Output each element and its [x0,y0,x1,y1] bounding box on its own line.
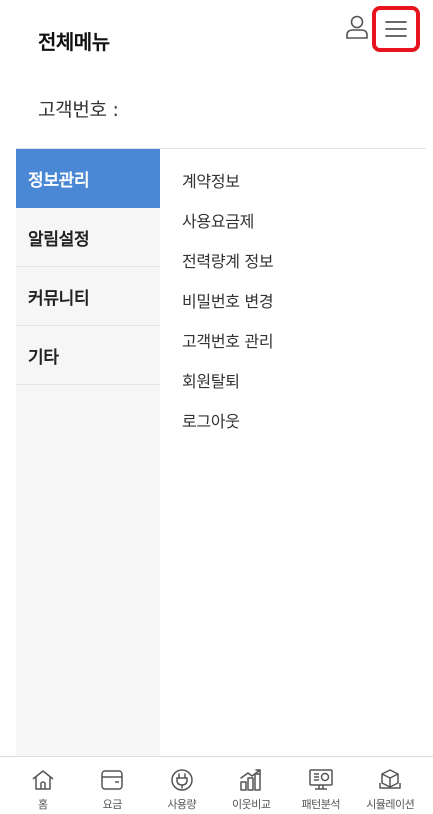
tab-bill[interactable]: 요금 [79,757,145,814]
nav-item-community[interactable]: 커뮤니티 [16,267,160,326]
tab-usage[interactable]: 사용량 [149,757,215,814]
nav-item-etc[interactable]: 기타 [16,326,160,385]
tab-label: 요금 [102,798,123,811]
nav-item-info-management[interactable]: 정보관리 [16,149,160,208]
tab-label: 시뮬레이션 [366,798,415,811]
cube-icon [379,769,401,789]
tab-label: 패턴분석 [301,798,341,811]
hamburger-icon [385,21,407,37]
tab-home[interactable]: 홈 [10,757,76,814]
user-icon[interactable] [345,14,369,40]
tab-label: 홈 [37,798,48,811]
submenu-change-password[interactable]: 비밀번호 변경 [182,280,274,320]
tab-label: 사용량 [167,798,197,811]
tab-simulation[interactable]: 시뮬레이션 [357,757,423,814]
nav-item-notification-settings[interactable]: 알림설정 [16,208,160,267]
left-nav: 정보관리 알림설정 커뮤니티 기타 [16,149,160,756]
header: 전체메뉴 [0,0,433,80]
submenu-rate-plan[interactable]: 사용요금제 [182,200,273,240]
home-icon [32,770,54,790]
tab-neighbor-compare[interactable]: 이웃비교 [218,757,284,814]
tab-label: 이웃비교 [232,798,271,811]
submenu-withdraw[interactable]: 회원탈퇴 [182,360,273,400]
submenu-logout[interactable]: 로그아웃 [182,400,273,440]
menu-button[interactable] [372,6,420,52]
monitor-chart-icon [309,769,333,790]
tab-pattern-analysis[interactable]: 패턴분석 [288,757,354,814]
submenu: 계약정보 사용요금제 전력량계 정보 비밀번호 변경 고객번호 관리 회원탈퇴 … [182,160,274,440]
customer-number-label: 고객번호 : [38,99,119,121]
bar-chart-icon [240,769,261,791]
page-title: 전체메뉴 [38,30,110,54]
submenu-customer-number-management[interactable]: 고객번호 관리 [182,320,274,360]
wallet-icon [101,770,123,790]
submenu-meter-info[interactable]: 전력량계 정보 [182,240,274,280]
bottom-nav: 홈 요금 사용량 이웃비교 패턴분석 시뮬레이션 [0,756,433,814]
plug-icon [171,769,193,791]
submenu-contract-info[interactable]: 계약정보 [182,160,273,200]
